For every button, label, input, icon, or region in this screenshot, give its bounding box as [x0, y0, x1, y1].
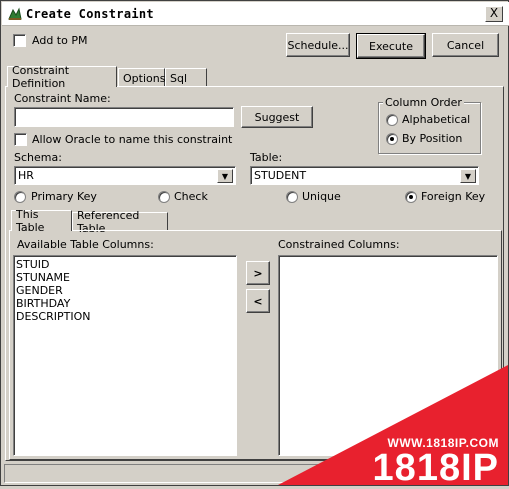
list-item[interactable]: STUNAME	[14, 271, 236, 284]
alphabetical-label: Alphabetical	[402, 113, 471, 126]
unique-label: Unique	[302, 190, 341, 203]
schema-value: HR	[18, 169, 34, 182]
window-title: Create Constraint	[26, 7, 154, 21]
chevron-down-icon[interactable]: ▼	[217, 169, 233, 183]
list-item[interactable]: STUID	[14, 258, 236, 271]
tab-referenced-table[interactable]: Referenced Table	[72, 209, 168, 235]
alphabetical-radio[interactable]	[386, 114, 398, 126]
constraint-name-input[interactable]	[14, 107, 234, 127]
watermark-brand: 1818IP	[372, 447, 499, 489]
add-to-pm-label: Add to PM	[32, 34, 88, 47]
allow-oracle-label: Allow Oracle to name this constraint	[32, 133, 233, 146]
chevron-down-icon[interactable]: ▼	[460, 169, 476, 183]
foreign-key-label: Foreign Key	[421, 190, 486, 203]
tab-constraint-definition[interactable]: Constraint Definition	[7, 64, 117, 90]
create-constraint-window: Create Constraint X Add to PM Schedule..…	[0, 0, 509, 489]
column-order-group	[378, 102, 481, 154]
tab-sql[interactable]: Sql	[165, 68, 207, 87]
list-item[interactable]: GENDER	[14, 284, 236, 297]
table-combobox[interactable]: STUDENT ▼	[250, 166, 479, 185]
column-order-title: Column Order	[383, 96, 464, 109]
execute-button[interactable]: Execute	[356, 33, 426, 59]
available-columns-label: Available Table Columns:	[17, 238, 154, 251]
tab-this-table[interactable]: This Table	[11, 208, 72, 234]
by-position-radio[interactable]	[386, 133, 398, 145]
close-button[interactable]: X	[485, 6, 503, 22]
app-icon	[8, 7, 22, 20]
unique-radio[interactable]	[286, 191, 298, 203]
add-to-pm-checkbox[interactable]	[13, 34, 26, 47]
constraint-name-label: Constraint Name:	[14, 92, 111, 105]
primary-key-label: Primary Key	[31, 190, 97, 203]
schedule-button[interactable]: Schedule...	[286, 33, 350, 57]
table-value: STUDENT	[254, 169, 307, 182]
constrained-columns-label: Constrained Columns:	[278, 238, 400, 251]
foreign-key-radio[interactable]	[405, 191, 417, 203]
remove-column-button[interactable]: <	[246, 289, 270, 313]
tab-options[interactable]: Options	[118, 68, 165, 87]
list-item[interactable]: BIRTHDAY	[14, 297, 236, 310]
check-radio[interactable]	[158, 191, 170, 203]
available-columns-list[interactable]: STUID STUNAME GENDER BIRTHDAY DESCRIPTIO…	[13, 255, 237, 456]
add-column-button[interactable]: >	[246, 261, 270, 285]
primary-key-radio[interactable]	[14, 191, 26, 203]
allow-oracle-checkbox[interactable]	[14, 133, 27, 146]
suggest-button[interactable]: Suggest	[241, 106, 313, 128]
list-item[interactable]: DESCRIPTION	[14, 310, 236, 323]
schema-label: Schema:	[14, 151, 62, 164]
table-label: Table:	[250, 151, 283, 164]
check-label: Check	[174, 190, 208, 203]
cancel-button[interactable]: Cancel	[432, 33, 499, 57]
schema-combobox[interactable]: HR ▼	[14, 166, 236, 185]
by-position-label: By Position	[402, 132, 463, 145]
title-bar: Create Constraint X	[2, 2, 509, 26]
